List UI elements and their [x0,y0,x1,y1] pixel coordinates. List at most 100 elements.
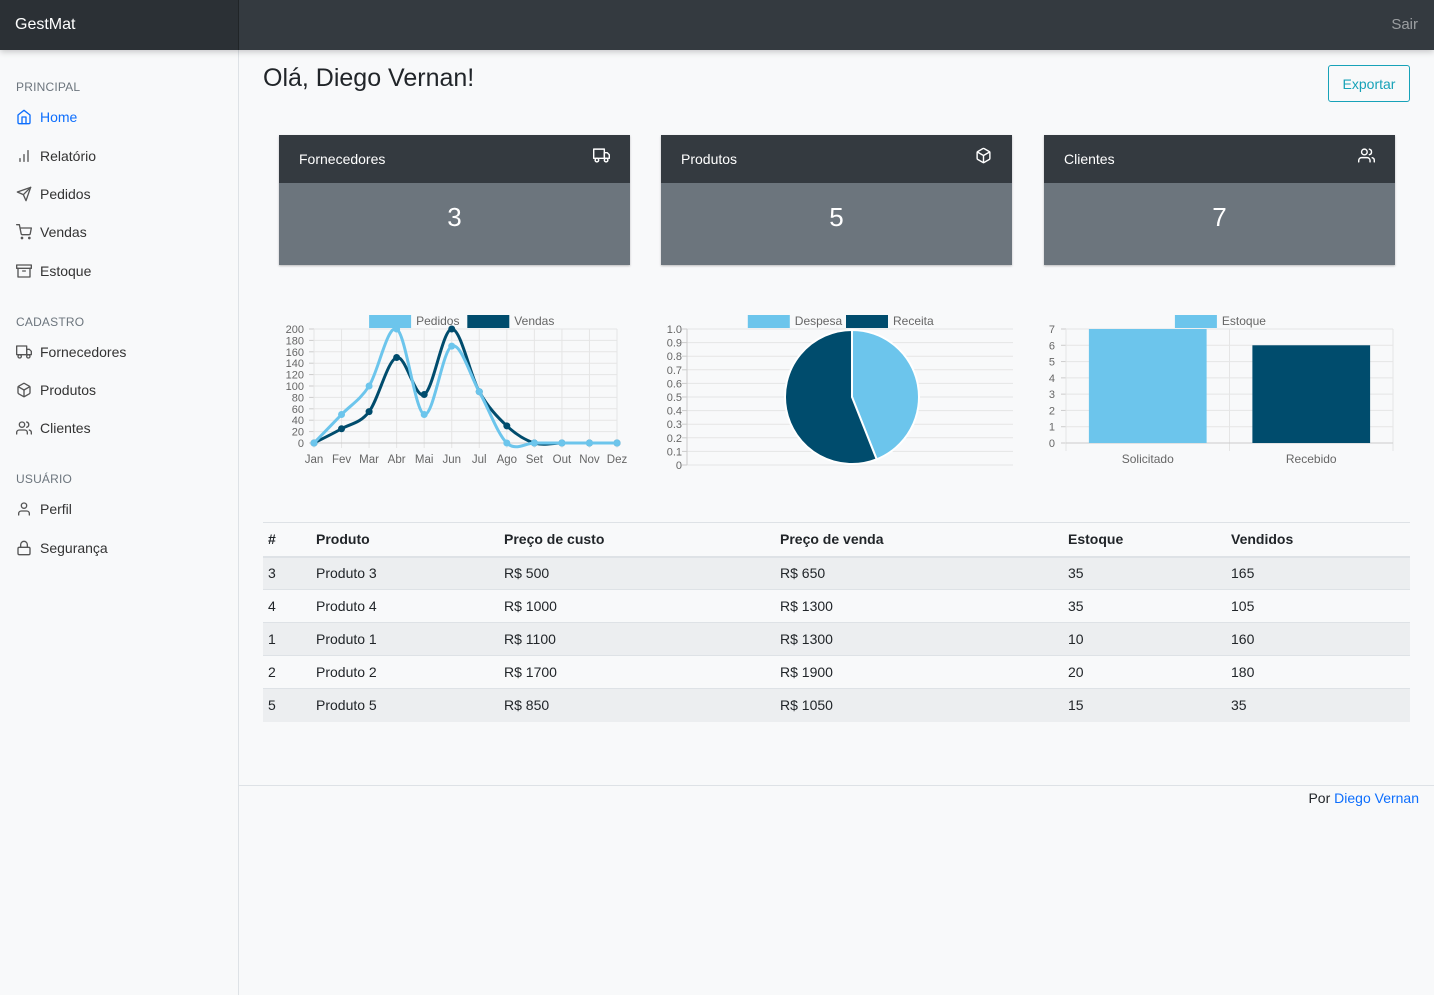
card-title: Produtos [681,151,738,167]
y-tick-label: 40 [292,415,304,427]
sidebar-item-label: Estoque [40,263,92,279]
y-tick-label: 5 [1049,357,1055,369]
sidebar-item-label: Segurança [40,540,108,556]
x-tick-label: Recebido [1286,452,1337,466]
legend-label: Vendas [514,314,554,328]
products-table: # Produto Preço de custo Preço de venda … [263,522,1410,722]
signout-link[interactable]: Sair [1391,0,1418,50]
cell-preco-custo: R$ 500 [499,556,775,590]
cell-produto: Produto 4 [311,589,499,623]
card-title: Clientes [1064,151,1115,167]
cell-preco-venda: R$ 650 [775,556,1063,590]
x-tick-label: Dez [607,454,628,466]
y-tick-label: 200 [286,324,304,336]
y-tick-label: 6 [1049,340,1055,352]
x-tick-label: Jul [472,454,487,466]
y-tick-label: 0.2 [667,433,682,445]
col-header-preco-custo: Preço de custo [499,522,775,558]
series-line-pedidos [312,327,617,449]
y-tick-label: 0.6 [667,378,682,390]
col-header-id: # [263,522,311,558]
sidebar-item-relatorio[interactable]: Relatório [16,145,96,167]
cell-id: 5 [263,688,311,722]
data-point [530,439,538,447]
data-point [310,439,318,447]
y-tick-label: 0 [1049,438,1055,450]
x-tick-label: Jun [442,454,461,466]
sidebar-item-label: Vendas [40,224,87,240]
footer-divider [239,785,1434,786]
sidebar-item-perfil[interactable]: Perfil [16,498,72,520]
brand-name[interactable]: GestMat [0,0,239,50]
send-icon [16,186,32,202]
truck-icon [593,147,610,163]
cell-preco-custo: R$ 1700 [499,655,775,689]
footer-author-link[interactable]: Diego Vernan [1334,790,1419,806]
card-clientes[interactable]: Clientes 7 [1044,135,1395,265]
legend-swatch [747,315,790,328]
y-tick-label: 80 [292,392,304,404]
legend-swatch [369,315,412,328]
cell-id: 4 [263,589,311,623]
cell-estoque: 15 [1063,688,1226,722]
top-navbar: GestMat Sair [0,0,1434,50]
sidebar-item-produtos[interactable]: Produtos [16,379,96,401]
series-line-vendas [313,327,617,446]
legend-label: Despesa [795,314,843,328]
y-tick-label: 2 [1049,405,1055,417]
card-produtos[interactable]: Produtos 5 [661,135,1012,265]
bar-chart: Estoque 0 1 2 3 4 5 6 7 Solicitado Recebido [1049,314,1394,466]
y-tick-label: 0.1 [667,446,682,458]
package-icon [17,382,31,398]
table-row[interactable]: 4 Produto 4 R$ 1000 R$ 1300 35 105 [263,589,1410,623]
y-tick-label: 0.8 [667,351,682,363]
table-row[interactable]: 2 Produto 2 R$ 1700 R$ 1900 20 180 [263,655,1410,689]
sidebar-item-seguranca[interactable]: Segurança [16,537,108,559]
table-row[interactable]: 1 Produto 1 R$ 1100 R$ 1300 10 160 [263,622,1410,656]
sidebar-item-clientes[interactable]: Clientes [16,417,91,439]
table-row[interactable]: 5 Produto 5 R$ 850 R$ 1050 15 35 [263,688,1410,722]
data-point [585,439,593,447]
sidebar-item-label: Relatório [40,148,97,164]
bar-solicitado [1088,329,1207,443]
sidebar-item-pedidos[interactable]: Pedidos [16,183,91,205]
sidebar-item-fornecedores[interactable]: Fornecedores [16,341,126,363]
card-value: 3 [279,183,630,265]
sidebar-item-home[interactable]: Home [16,106,77,128]
legend-label: Receita [893,314,934,328]
sidebar-item-estoque[interactable]: Estoque [16,260,91,282]
cell-estoque: 10 [1063,622,1226,656]
sidebar-item-vendas[interactable]: Vendas [16,221,87,243]
line-chart: Pedidos Vendas020406080100120140160180200… [286,314,628,466]
sidebar-item-label: Clientes [40,420,91,436]
col-header-preco-venda: Preço de venda [775,522,1063,558]
y-tick-label: 60 [292,404,304,416]
legend-swatch [846,315,888,328]
y-tick-label: 0.9 [667,338,682,350]
cell-vendidos: 165 [1226,556,1410,590]
data-point [338,425,346,433]
export-button[interactable]: Exportar [1328,65,1410,102]
table-row[interactable]: 3 Produto 3 R$ 500 R$ 650 35 165 [263,556,1410,590]
lock-icon [17,540,31,556]
cell-produto: Produto 5 [311,688,499,722]
x-tick-label: Set [526,454,544,466]
data-point [448,325,456,333]
legend-swatch [467,315,510,328]
archive-icon [16,264,32,278]
y-tick-label: 1 [1049,422,1055,434]
card-value: 5 [661,183,1012,265]
cell-produto: Produto 3 [311,556,499,590]
footer-prefix: Por [1308,790,1331,806]
cell-preco-venda: R$ 1050 [775,688,1063,722]
sidebar-heading-cadastro: CADASTRO [16,315,85,329]
col-header-produto: Produto [311,522,499,558]
y-tick-label: 0.3 [667,419,682,431]
y-tick-label: 100 [286,381,304,393]
x-tick-label: Nov [579,454,600,466]
card-fornecedores[interactable]: Fornecedores 3 [279,135,630,265]
bar-recebido [1252,345,1371,443]
x-tick-label: Fev [332,454,351,466]
cell-preco-custo: R$ 1100 [499,622,775,656]
cell-preco-venda: R$ 1300 [775,589,1063,623]
